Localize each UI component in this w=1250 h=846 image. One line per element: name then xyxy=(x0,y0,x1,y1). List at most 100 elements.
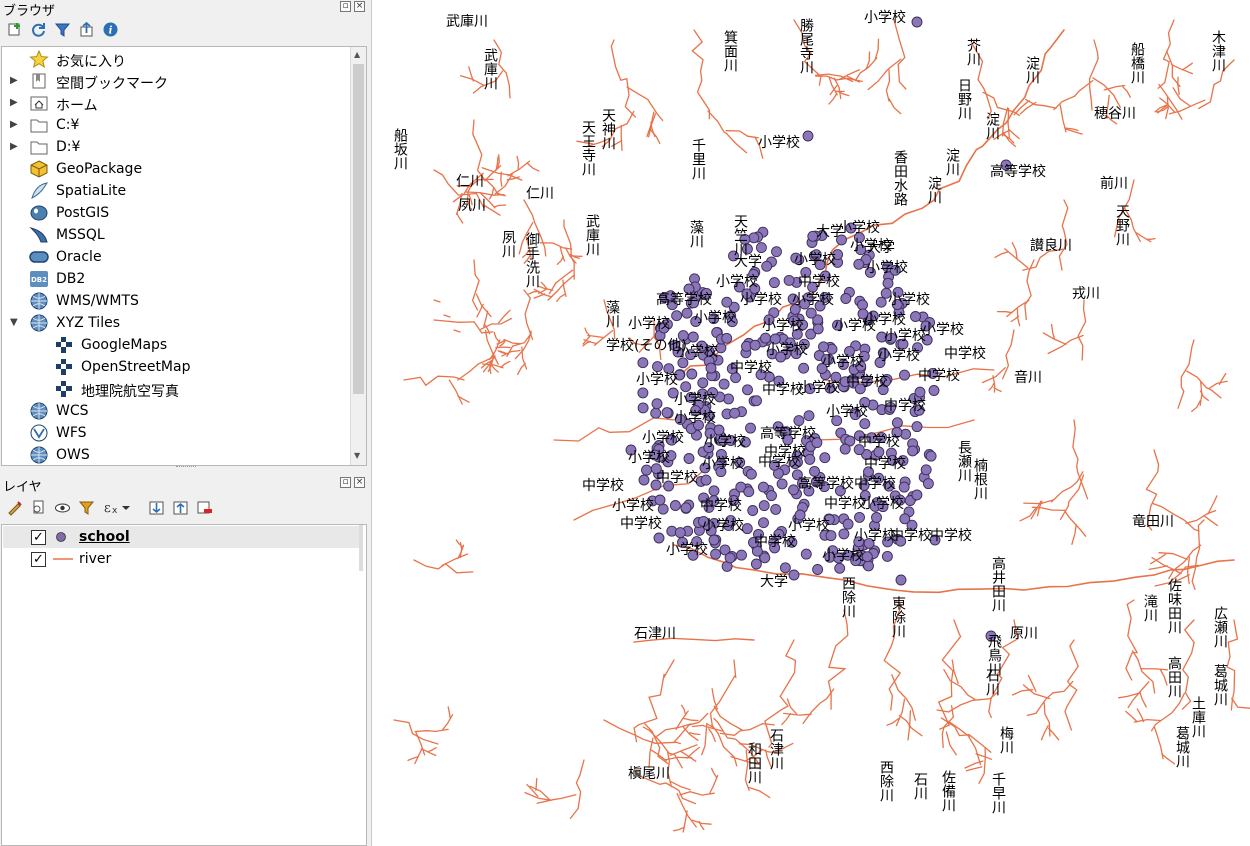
svg-text:i: i xyxy=(109,26,113,37)
school-point xyxy=(745,468,757,480)
school-point xyxy=(838,528,850,540)
school-point xyxy=(839,443,851,455)
browser-item[interactable]: DB2 DB2 xyxy=(2,268,352,290)
browser-panel-titlebar: ブラウザ ▫ × xyxy=(0,0,372,19)
school-point xyxy=(899,369,910,381)
manage-visibility-icon[interactable] xyxy=(54,499,71,516)
school-point xyxy=(710,548,722,560)
expanded-arrow-icon[interactable]: ▼ xyxy=(10,317,18,328)
browser-scrollbar[interactable]: ▲ ▼ xyxy=(350,47,366,465)
scroll-thumb[interactable] xyxy=(353,64,364,394)
globe-icon xyxy=(29,292,49,310)
expand-arrow-icon[interactable]: ▶ xyxy=(10,141,18,152)
scroll-up-icon[interactable]: ▲ xyxy=(354,50,360,59)
school-label: 小学校 xyxy=(878,348,920,364)
browser-item[interactable]: WCS xyxy=(2,400,352,422)
school-point xyxy=(687,331,699,343)
layer-visibility-checkbox[interactable]: ✓ xyxy=(31,552,46,567)
school-point xyxy=(718,378,730,390)
add-selected-layers-icon[interactable] xyxy=(6,21,23,38)
school-point xyxy=(771,246,782,258)
browser-item[interactable]: Oracle xyxy=(2,246,352,268)
browser-item-label: GoogleMaps xyxy=(81,337,168,353)
browser-item[interactable]: ▶ 空間ブックマーク xyxy=(2,70,352,92)
school-label: 小学校 xyxy=(822,354,864,370)
school-point xyxy=(857,299,868,311)
expand-arrow-icon[interactable]: ▶ xyxy=(10,119,18,130)
close-panel-icon[interactable]: × xyxy=(354,477,365,488)
browser-item[interactable]: SpatiaLite xyxy=(2,180,352,202)
expand-arrow-icon[interactable]: ▶ xyxy=(10,75,18,86)
filter-legend-icon[interactable] xyxy=(78,499,95,516)
school-point xyxy=(637,357,649,369)
layer-name[interactable]: river xyxy=(79,551,111,567)
layer-styling-icon[interactable] xyxy=(6,499,23,516)
school-point xyxy=(721,332,733,344)
postgis-icon xyxy=(29,204,49,222)
expand-all-icon[interactable] xyxy=(148,499,165,516)
browser-item[interactable]: WMS/WMTS xyxy=(2,290,352,312)
float-panel-icon[interactable]: ▫ xyxy=(340,1,351,12)
school-point xyxy=(681,307,693,319)
school-point xyxy=(652,361,663,373)
filter-icon[interactable] xyxy=(54,21,71,38)
browser-item[interactable]: MSSQL xyxy=(2,224,352,246)
wfs-icon xyxy=(29,424,49,442)
map-label-akutagawa: 芥川 xyxy=(965,38,981,66)
browser-item[interactable]: GoogleMaps xyxy=(2,334,352,356)
layer-row-river[interactable]: ✓ river xyxy=(3,548,363,570)
browser-item[interactable]: ▶ D:¥ xyxy=(2,136,352,158)
browser-item[interactable]: OWS xyxy=(2,444,352,465)
scroll-down-icon[interactable]: ▼ xyxy=(354,451,360,460)
filter-expression-icon[interactable]: εx xyxy=(102,499,132,516)
layer-visibility-checkbox[interactable]: ✓ xyxy=(31,530,46,545)
remove-layer-icon[interactable] xyxy=(196,499,213,516)
map-label-katsuoji: 勝尾寺川 xyxy=(798,18,814,74)
browser-tree[interactable]: お気に入り ▶ 空間ブックマーク ▶ ホーム ▶ C:¥ ▶ D:¥ GeoPackage Spat… xyxy=(1,46,367,466)
layer-row-school[interactable]: ✓ school xyxy=(3,526,363,548)
map-canvas[interactable]: 武庫川 武庫川 小学校 勝尾寺川 箕面川 芥川 淀川 木津川 船橋川 穂谷川 日野川 淀川 船坂川 天神川… xyxy=(374,0,1250,846)
layer-name[interactable]: school xyxy=(79,529,130,545)
map-label-ishizu1: 石津川 xyxy=(634,626,676,642)
browser-panel-title: ブラウザ xyxy=(3,4,56,19)
map-label-hirose: 広瀬川 xyxy=(1212,606,1228,648)
globe-icon xyxy=(29,402,49,420)
school-point xyxy=(788,484,799,496)
school-point xyxy=(891,417,903,429)
expand-arrow-icon[interactable]: ▶ xyxy=(10,97,18,108)
browser-item[interactable]: ▶ C:¥ xyxy=(2,114,352,136)
panel-splitter[interactable] xyxy=(176,466,196,470)
collapse-all-layers-icon[interactable] xyxy=(172,499,189,516)
school-point xyxy=(721,296,733,308)
school-label: 小学校 xyxy=(866,260,908,276)
collapse-all-icon[interactable] xyxy=(78,21,95,38)
map-label-tenchiku: 天竺川 xyxy=(732,214,748,256)
map-label-mae: 前川 xyxy=(1100,176,1128,192)
school-point xyxy=(743,486,755,498)
close-panel-icon[interactable]: × xyxy=(354,1,365,12)
add-group-icon[interactable] xyxy=(30,499,47,516)
layers-list[interactable]: ✓ school ✓ river xyxy=(1,524,367,846)
info-icon[interactable]: i xyxy=(102,21,119,38)
school-point xyxy=(920,464,932,476)
refresh-icon[interactable] xyxy=(30,21,47,38)
browser-item[interactable]: ▼ XYZ Tiles xyxy=(2,312,352,334)
browser-item-label: GeoPackage xyxy=(56,161,143,177)
school-point xyxy=(768,277,780,289)
school-point xyxy=(680,502,692,514)
browser-item[interactable]: PostGIS xyxy=(2,202,352,224)
school-label: 中学校 xyxy=(754,534,796,550)
browser-item[interactable]: OpenStreetMap xyxy=(2,356,352,378)
float-panel-icon[interactable]: ▫ xyxy=(340,477,351,488)
browser-item[interactable]: GeoPackage xyxy=(2,158,352,180)
browser-item-label: WMS/WMTS xyxy=(56,293,139,309)
school-point xyxy=(819,452,831,464)
map-label-ishikawa2: 石川 xyxy=(912,772,928,800)
map-label-nishijo: 西除川 xyxy=(840,576,856,618)
browser-item[interactable]: 地理院航空写真 xyxy=(2,378,352,400)
browser-item[interactable]: ▶ ホーム xyxy=(2,92,352,114)
browser-item[interactable]: お気に入り xyxy=(2,48,352,70)
school-label: 中学校 xyxy=(930,528,972,544)
browser-item[interactable]: WFS xyxy=(2,422,352,444)
map-label-sayama: 佐備川 xyxy=(940,770,956,812)
